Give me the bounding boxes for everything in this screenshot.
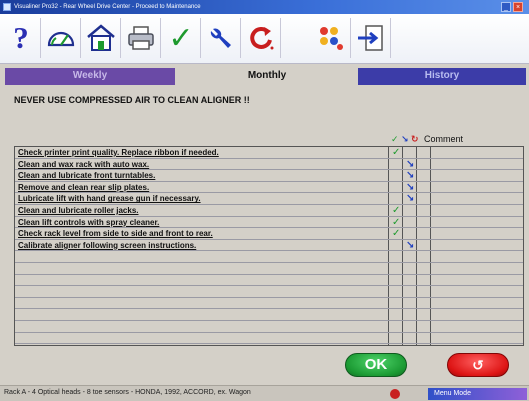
app-icon xyxy=(3,3,11,11)
task-label: Clean and lubricate roller jacks. xyxy=(18,206,139,215)
cancel-icon: ↺ xyxy=(472,357,484,373)
table-row[interactable] xyxy=(15,251,523,263)
status-indicator-icon xyxy=(390,389,400,399)
settings-grid-icon xyxy=(320,27,343,50)
tab-weekly[interactable]: Weekly xyxy=(5,68,175,85)
settings-button[interactable] xyxy=(312,18,350,58)
help-button[interactable]: ? xyxy=(2,18,40,58)
home-button[interactable] xyxy=(82,18,120,58)
table-row[interactable]: Remove and clean rear slip plates. ↘ xyxy=(15,182,523,194)
adjust-icon[interactable]: ↘ xyxy=(406,193,414,204)
home-icon xyxy=(87,24,115,51)
title-bar: Visualiner Pro32 - Rear Wheel Drive Cent… xyxy=(0,0,529,14)
window-controls: _ × xyxy=(501,2,525,12)
table-row[interactable] xyxy=(15,333,523,345)
task-label: Clean and wax rack with auto wax. xyxy=(18,159,150,169)
task-label: Check printer print quality. Replace rib… xyxy=(18,148,219,157)
table-row[interactable]: Check printer print quality. Replace rib… xyxy=(15,147,523,159)
gauge-icon xyxy=(47,31,75,47)
tab-monthly[interactable]: Monthly xyxy=(176,68,358,85)
done-check-icon[interactable]: ✓ xyxy=(392,228,400,239)
toolbar: ? ✓ xyxy=(0,14,529,64)
print-button[interactable] xyxy=(122,18,160,58)
adjust-column-icon: ↘ xyxy=(401,134,409,144)
window-title: Visualiner Pro32 - Rear Wheel Drive Cent… xyxy=(14,4,201,10)
tab-history[interactable]: History xyxy=(358,68,526,85)
mode-indicator: Menu Mode xyxy=(428,388,527,400)
cancel-button[interactable]: ↺ xyxy=(447,353,509,377)
exit-button[interactable] xyxy=(352,18,390,58)
table-row[interactable] xyxy=(15,263,523,275)
task-label: Clean and lubricate front turntables. xyxy=(18,171,156,181)
checkmark-icon: ✓ xyxy=(168,21,194,55)
exit-icon xyxy=(358,25,383,51)
done-check-icon[interactable]: ✓ xyxy=(392,147,400,158)
maintenance-task-table: Check printer print quality. Replace rib… xyxy=(14,146,524,346)
adjust-icon[interactable]: ↘ xyxy=(406,159,414,170)
table-row[interactable]: Clean lift controls with spray cleaner. ✓ xyxy=(15,217,523,229)
done-column-icon: ✓ xyxy=(391,134,399,144)
minimize-button[interactable]: _ xyxy=(501,2,511,12)
done-check-icon[interactable]: ✓ xyxy=(392,205,400,216)
refresh-button[interactable] xyxy=(242,18,280,58)
done-check-icon[interactable]: ✓ xyxy=(392,217,400,228)
printer-icon xyxy=(128,26,154,50)
table-row[interactable] xyxy=(15,321,523,333)
close-button[interactable]: × xyxy=(513,2,523,12)
adjust-icon[interactable]: ↘ xyxy=(406,240,414,251)
table-row[interactable]: Calibrate aligner following screen instr… xyxy=(15,240,523,252)
maintenance-panel: Weekly Monthly History NEVER USE COMPRES… xyxy=(0,65,529,384)
wrench-button[interactable] xyxy=(202,18,240,58)
gauge-button[interactable] xyxy=(42,18,80,58)
wrench-icon xyxy=(210,28,231,48)
table-row[interactable]: Check rack level from side to side and f… xyxy=(15,228,523,240)
task-label: Check rack level from side to side and f… xyxy=(18,229,213,239)
column-headers: ✓ ↘ ↻ Comment xyxy=(386,133,526,145)
table-row[interactable] xyxy=(15,286,523,298)
help-icon: ? xyxy=(13,20,29,55)
check-button[interactable]: ✓ xyxy=(162,18,200,58)
repair-column-icon: ↻ xyxy=(411,134,419,144)
table-row[interactable]: Lubricate lift with hand grease gun if n… xyxy=(15,193,523,205)
table-row[interactable]: Clean and wax rack with auto wax. ↘ xyxy=(15,159,523,171)
ok-button[interactable]: OK xyxy=(345,353,407,377)
task-label: Clean lift controls with spray cleaner. xyxy=(18,217,160,227)
warning-notice: NEVER USE COMPRESSED AIR TO CLEAN ALIGNE… xyxy=(14,95,250,105)
status-bar: Rack A - 4 Optical heads - 8 toe sensors… xyxy=(0,385,529,401)
table-row[interactable] xyxy=(15,309,523,321)
task-label: Lubricate lift with hand grease gun if n… xyxy=(18,194,201,204)
refresh-icon xyxy=(250,26,274,50)
table-row[interactable]: Clean and lubricate front turntables. ↘ xyxy=(15,170,523,182)
adjust-icon[interactable]: ↘ xyxy=(406,170,414,181)
task-label: Calibrate aligner following screen instr… xyxy=(18,240,197,250)
adjust-icon[interactable]: ↘ xyxy=(406,182,414,193)
table-row[interactable] xyxy=(15,298,523,310)
status-text: Rack A - 4 Optical heads - 8 toe sensors… xyxy=(4,389,251,396)
table-row[interactable] xyxy=(15,275,523,287)
table-row[interactable]: Clean and lubricate roller jacks. ✓ xyxy=(15,205,523,217)
task-label: Remove and clean rear slip plates. xyxy=(18,182,150,192)
comment-column-header: Comment xyxy=(424,134,464,144)
